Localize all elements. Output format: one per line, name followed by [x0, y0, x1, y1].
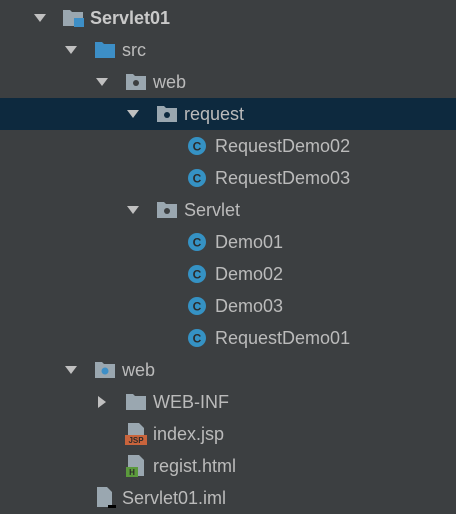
folder-label: Servlet: [184, 200, 241, 220]
tree-row-regist-html[interactable]: H regist.html: [0, 450, 456, 482]
folder-label: WEB-INF: [153, 392, 229, 412]
tree-row-request[interactable]: request: [0, 98, 456, 130]
tree-row-requestdemo03[interactable]: C RequestDemo03: [0, 162, 456, 194]
expand-arrow-icon[interactable]: [64, 43, 78, 57]
collapse-arrow-icon[interactable]: [95, 395, 109, 409]
expand-arrow-icon[interactable]: [64, 363, 78, 377]
project-tree: Servlet01 src web request C RequestDemo0…: [0, 0, 456, 512]
folder-icon: [125, 392, 147, 412]
tree-row-requestdemo01[interactable]: C RequestDemo01: [0, 322, 456, 354]
tree-row-demo02[interactable]: C Demo02: [0, 258, 456, 290]
svg-text:C: C: [193, 140, 202, 154]
java-class-icon: C: [187, 264, 207, 284]
tree-row-iml[interactable]: Servlet01.iml: [0, 482, 456, 514]
svg-text:C: C: [193, 300, 202, 314]
svg-text:C: C: [193, 236, 202, 250]
java-class-icon: C: [187, 328, 207, 348]
file-label: regist.html: [153, 456, 237, 476]
tree-row-servlet[interactable]: Servlet: [0, 194, 456, 226]
file-label: RequestDemo02: [215, 136, 351, 156]
java-class-icon: C: [187, 168, 207, 188]
svg-text:JSP: JSP: [128, 436, 144, 445]
folder-label: src: [122, 40, 146, 60]
package-icon: [156, 104, 178, 124]
package-icon: [156, 200, 178, 220]
tree-row-web[interactable]: web: [0, 354, 456, 386]
tree-row-src[interactable]: src: [0, 34, 456, 66]
tree-row-src-web[interactable]: web: [0, 66, 456, 98]
package-icon: [125, 72, 147, 92]
file-label: index.jsp: [153, 424, 225, 444]
expand-arrow-icon[interactable]: [126, 203, 140, 217]
web-folder-icon: [94, 360, 116, 380]
file-label: Demo03: [215, 296, 284, 316]
jsp-file-icon: JSP: [125, 422, 149, 446]
folder-label: web: [122, 360, 156, 380]
html-file-icon: H: [125, 454, 149, 478]
tree-row-requestdemo02[interactable]: C RequestDemo02: [0, 130, 456, 162]
file-label: RequestDemo01: [215, 328, 351, 348]
file-label: Servlet01.iml: [122, 488, 227, 508]
iml-file-icon: [94, 486, 118, 510]
file-label: RequestDemo03: [215, 168, 351, 188]
file-label: Demo02: [215, 264, 284, 284]
svg-text:H: H: [129, 468, 135, 477]
source-folder-icon: [94, 40, 116, 60]
expand-arrow-icon[interactable]: [95, 75, 109, 89]
java-class-icon: C: [187, 232, 207, 252]
folder-label: request: [184, 104, 245, 124]
tree-row-demo03[interactable]: C Demo03: [0, 290, 456, 322]
svg-text:C: C: [193, 172, 202, 186]
tree-row-web-inf[interactable]: WEB-INF: [0, 386, 456, 418]
java-class-icon: C: [187, 296, 207, 316]
svg-text:C: C: [193, 268, 202, 282]
expand-arrow-icon[interactable]: [33, 11, 47, 25]
file-label: Demo01: [215, 232, 284, 252]
project-name: Servlet01: [90, 8, 171, 28]
expand-arrow-icon[interactable]: [126, 107, 140, 121]
svg-text:C: C: [193, 332, 202, 346]
tree-row-servlet01[interactable]: Servlet01: [0, 2, 456, 34]
module-folder-icon: [62, 8, 84, 28]
tree-row-index-jsp[interactable]: JSP index.jsp: [0, 418, 456, 450]
java-class-icon: C: [187, 136, 207, 156]
folder-label: web: [153, 72, 187, 92]
tree-row-demo01[interactable]: C Demo01: [0, 226, 456, 258]
